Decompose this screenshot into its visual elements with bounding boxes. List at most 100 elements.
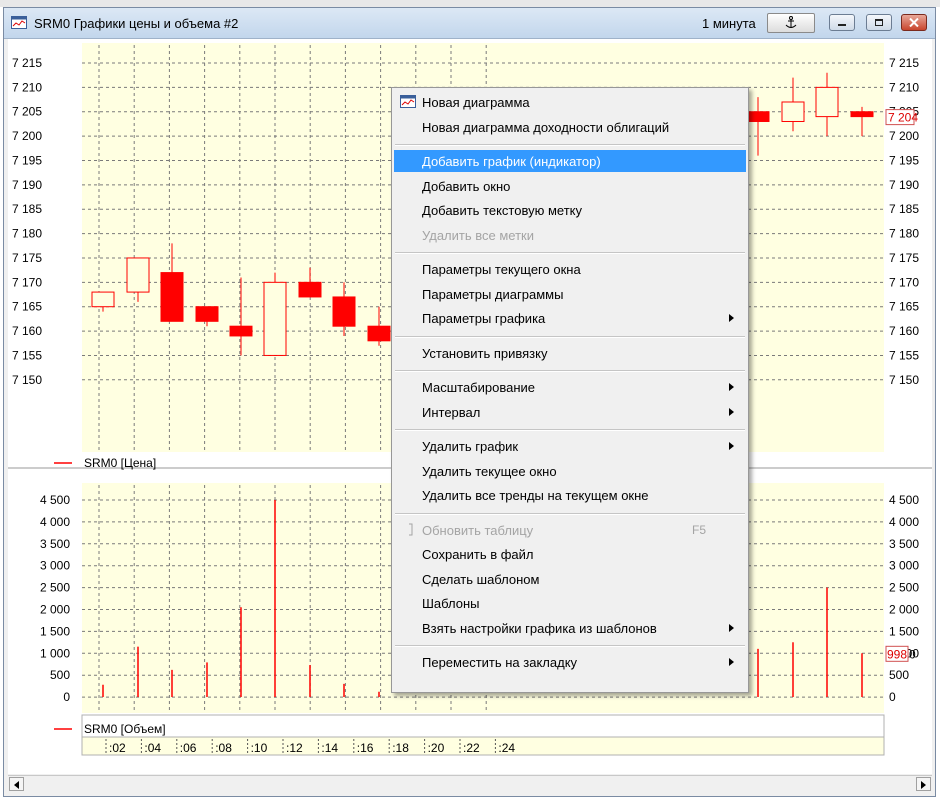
submenu-arrow-icon <box>729 407 734 416</box>
menu-item[interactable]: Параметры графика <box>394 307 746 329</box>
menu-item[interactable]: Интервал <box>394 401 746 423</box>
menu-item[interactable]: Установить привязку <box>394 342 746 364</box>
menu-item-label: Сохранить в файл <box>422 547 534 562</box>
maximize-button[interactable] <box>866 14 892 31</box>
scroll-right-button[interactable] <box>916 777 931 791</box>
menu-separator <box>395 645 745 647</box>
menu-item-label: Шаблоны <box>422 596 480 611</box>
time-axis-bg <box>81 714 885 738</box>
volume-y-tick-right: 1 500 <box>889 624 919 638</box>
menu-item[interactable]: Удалить все тренды на текущем окне <box>394 484 746 506</box>
title-bar[interactable]: SRM0 Графики цены и объема #2 1 минута <box>4 8 935 39</box>
menu-item-label: Масштабирование <box>422 380 536 395</box>
time-axis-label: :12 <box>286 741 303 755</box>
volume-y-tick-left: 2 500 <box>40 581 70 595</box>
time-axis-label: :02 <box>109 741 126 755</box>
last-price-label: 7 204 <box>888 111 918 125</box>
menu-item[interactable]: Удалить график <box>394 435 746 457</box>
arrow-right-icon <box>921 781 926 789</box>
candle-body <box>815 86 839 118</box>
time-axis-label: :24 <box>498 741 515 755</box>
close-button[interactable] <box>901 14 927 31</box>
candle-body <box>160 272 184 322</box>
minimize-icon <box>838 24 846 26</box>
menu-item[interactable]: Добавить окно <box>394 175 746 197</box>
menu-item[interactable]: Удалить все метки <box>394 224 746 246</box>
menu-item-label: Добавить окно <box>422 178 511 194</box>
minimize-button[interactable] <box>829 14 855 31</box>
volume-y-tick-left: 4 500 <box>40 493 70 507</box>
horizontal-scrollbar[interactable] <box>8 775 932 793</box>
menu-separator <box>395 429 745 431</box>
price-y-tick-right: 7 165 <box>889 300 919 314</box>
candle-body <box>332 296 356 327</box>
menu-item[interactable]: Шаблоны <box>394 592 746 614</box>
arrow-left-icon <box>14 781 19 789</box>
submenu-arrow-icon <box>729 442 734 450</box>
time-axis-label: :16 <box>357 741 374 755</box>
refresh-icon <box>400 523 416 536</box>
menu-item[interactable]: Добавить график (индикатор) <box>394 150 746 172</box>
menu-item-label: Удалить текущее окно <box>422 463 557 479</box>
menu-separator <box>395 512 745 515</box>
menu-item-label: Взять настройки графика из шаблонов <box>422 620 657 636</box>
menu-item-label: Обновить таблицу <box>422 522 534 538</box>
candle-body <box>298 281 322 298</box>
last-volume-suffix: 0 <box>909 647 916 661</box>
menu-separator <box>395 370 745 372</box>
price-y-tick-left: 7 165 <box>12 300 42 314</box>
menu-item[interactable]: Параметры диаграммы <box>394 283 746 305</box>
menu-item[interactable]: Новая диаграмма <box>394 91 746 113</box>
menu-item[interactable]: Сохранить в файл <box>394 543 746 565</box>
candle-body <box>263 281 287 356</box>
menu-item[interactable]: Взять настройки графика из шаблонов <box>394 617 746 639</box>
price-y-tick-left: 7 150 <box>12 373 42 387</box>
menu-item[interactable]: Масштабирование <box>394 376 746 398</box>
volume-y-tick-left: 4 000 <box>40 515 70 529</box>
price-y-tick-right: 7 195 <box>889 153 919 167</box>
time-axis-label: :10 <box>251 741 268 755</box>
menu-item[interactable]: Параметры текущего окна <box>394 258 746 280</box>
volume-y-tick-left: 3 000 <box>40 559 70 573</box>
menu-item-shortcut: F5 <box>691 522 706 537</box>
menu-item-label: Добавить текстовую метку <box>422 203 582 218</box>
volume-y-tick-right: 500 <box>889 668 909 682</box>
menu-item-label: Удалить все метки <box>422 227 534 243</box>
menu-item[interactable]: Добавить текстовую метку <box>394 199 746 221</box>
price-y-tick-right: 7 150 <box>889 373 919 387</box>
price-y-tick-right: 7 215 <box>889 56 919 70</box>
chart-window-icon <box>11 16 27 29</box>
price-y-tick-left: 7 155 <box>12 348 42 362</box>
price-y-tick-left: 7 215 <box>12 56 42 70</box>
submenu-arrow-icon <box>729 658 734 666</box>
price-y-tick-right: 7 200 <box>889 129 919 143</box>
menu-item[interactable]: Новая диаграмма доходности облигаций <box>394 116 746 138</box>
price-y-tick-right: 7 185 <box>889 202 919 216</box>
menu-separator <box>395 144 745 146</box>
price-y-tick-left: 7 185 <box>12 202 42 216</box>
anchor-button[interactable] <box>767 13 815 33</box>
menu-item-label: Добавить график (индикатор) <box>422 154 601 169</box>
menu-separator <box>395 335 745 338</box>
interval-label[interactable]: 1 минута <box>702 16 756 31</box>
price-y-tick-left: 7 180 <box>12 227 42 241</box>
menu-item-label: Параметры графика <box>422 311 546 326</box>
menu-item-label: Интервал <box>422 404 481 420</box>
menu-separator <box>395 252 745 254</box>
price-y-tick-left: 7 200 <box>12 129 42 143</box>
menu-item[interactable]: Сделать шаблоном <box>394 568 746 590</box>
price-y-tick-left: 7 190 <box>12 178 42 192</box>
last-volume-label: 998 <box>887 647 907 661</box>
menu-item[interactable]: Обновить таблицу F5 <box>394 519 746 541</box>
menu-item[interactable]: Удалить текущее окно <box>394 460 746 482</box>
time-axis-label: :08 <box>215 741 232 755</box>
menu-item-label: Новая диаграмма <box>422 95 530 110</box>
volume-y-tick-right: 4 000 <box>889 515 919 529</box>
price-y-tick-right: 7 160 <box>889 324 919 338</box>
menu-item[interactable]: Переместить на закладку <box>394 651 746 673</box>
submenu-arrow-icon <box>729 383 734 391</box>
scroll-left-button[interactable] <box>9 777 24 791</box>
volume-y-tick-right: 3 500 <box>889 537 919 551</box>
time-axis-label: :22 <box>463 741 480 755</box>
context-menu: Новая диаграмма Новая диаграмма доходност… <box>391 87 749 693</box>
